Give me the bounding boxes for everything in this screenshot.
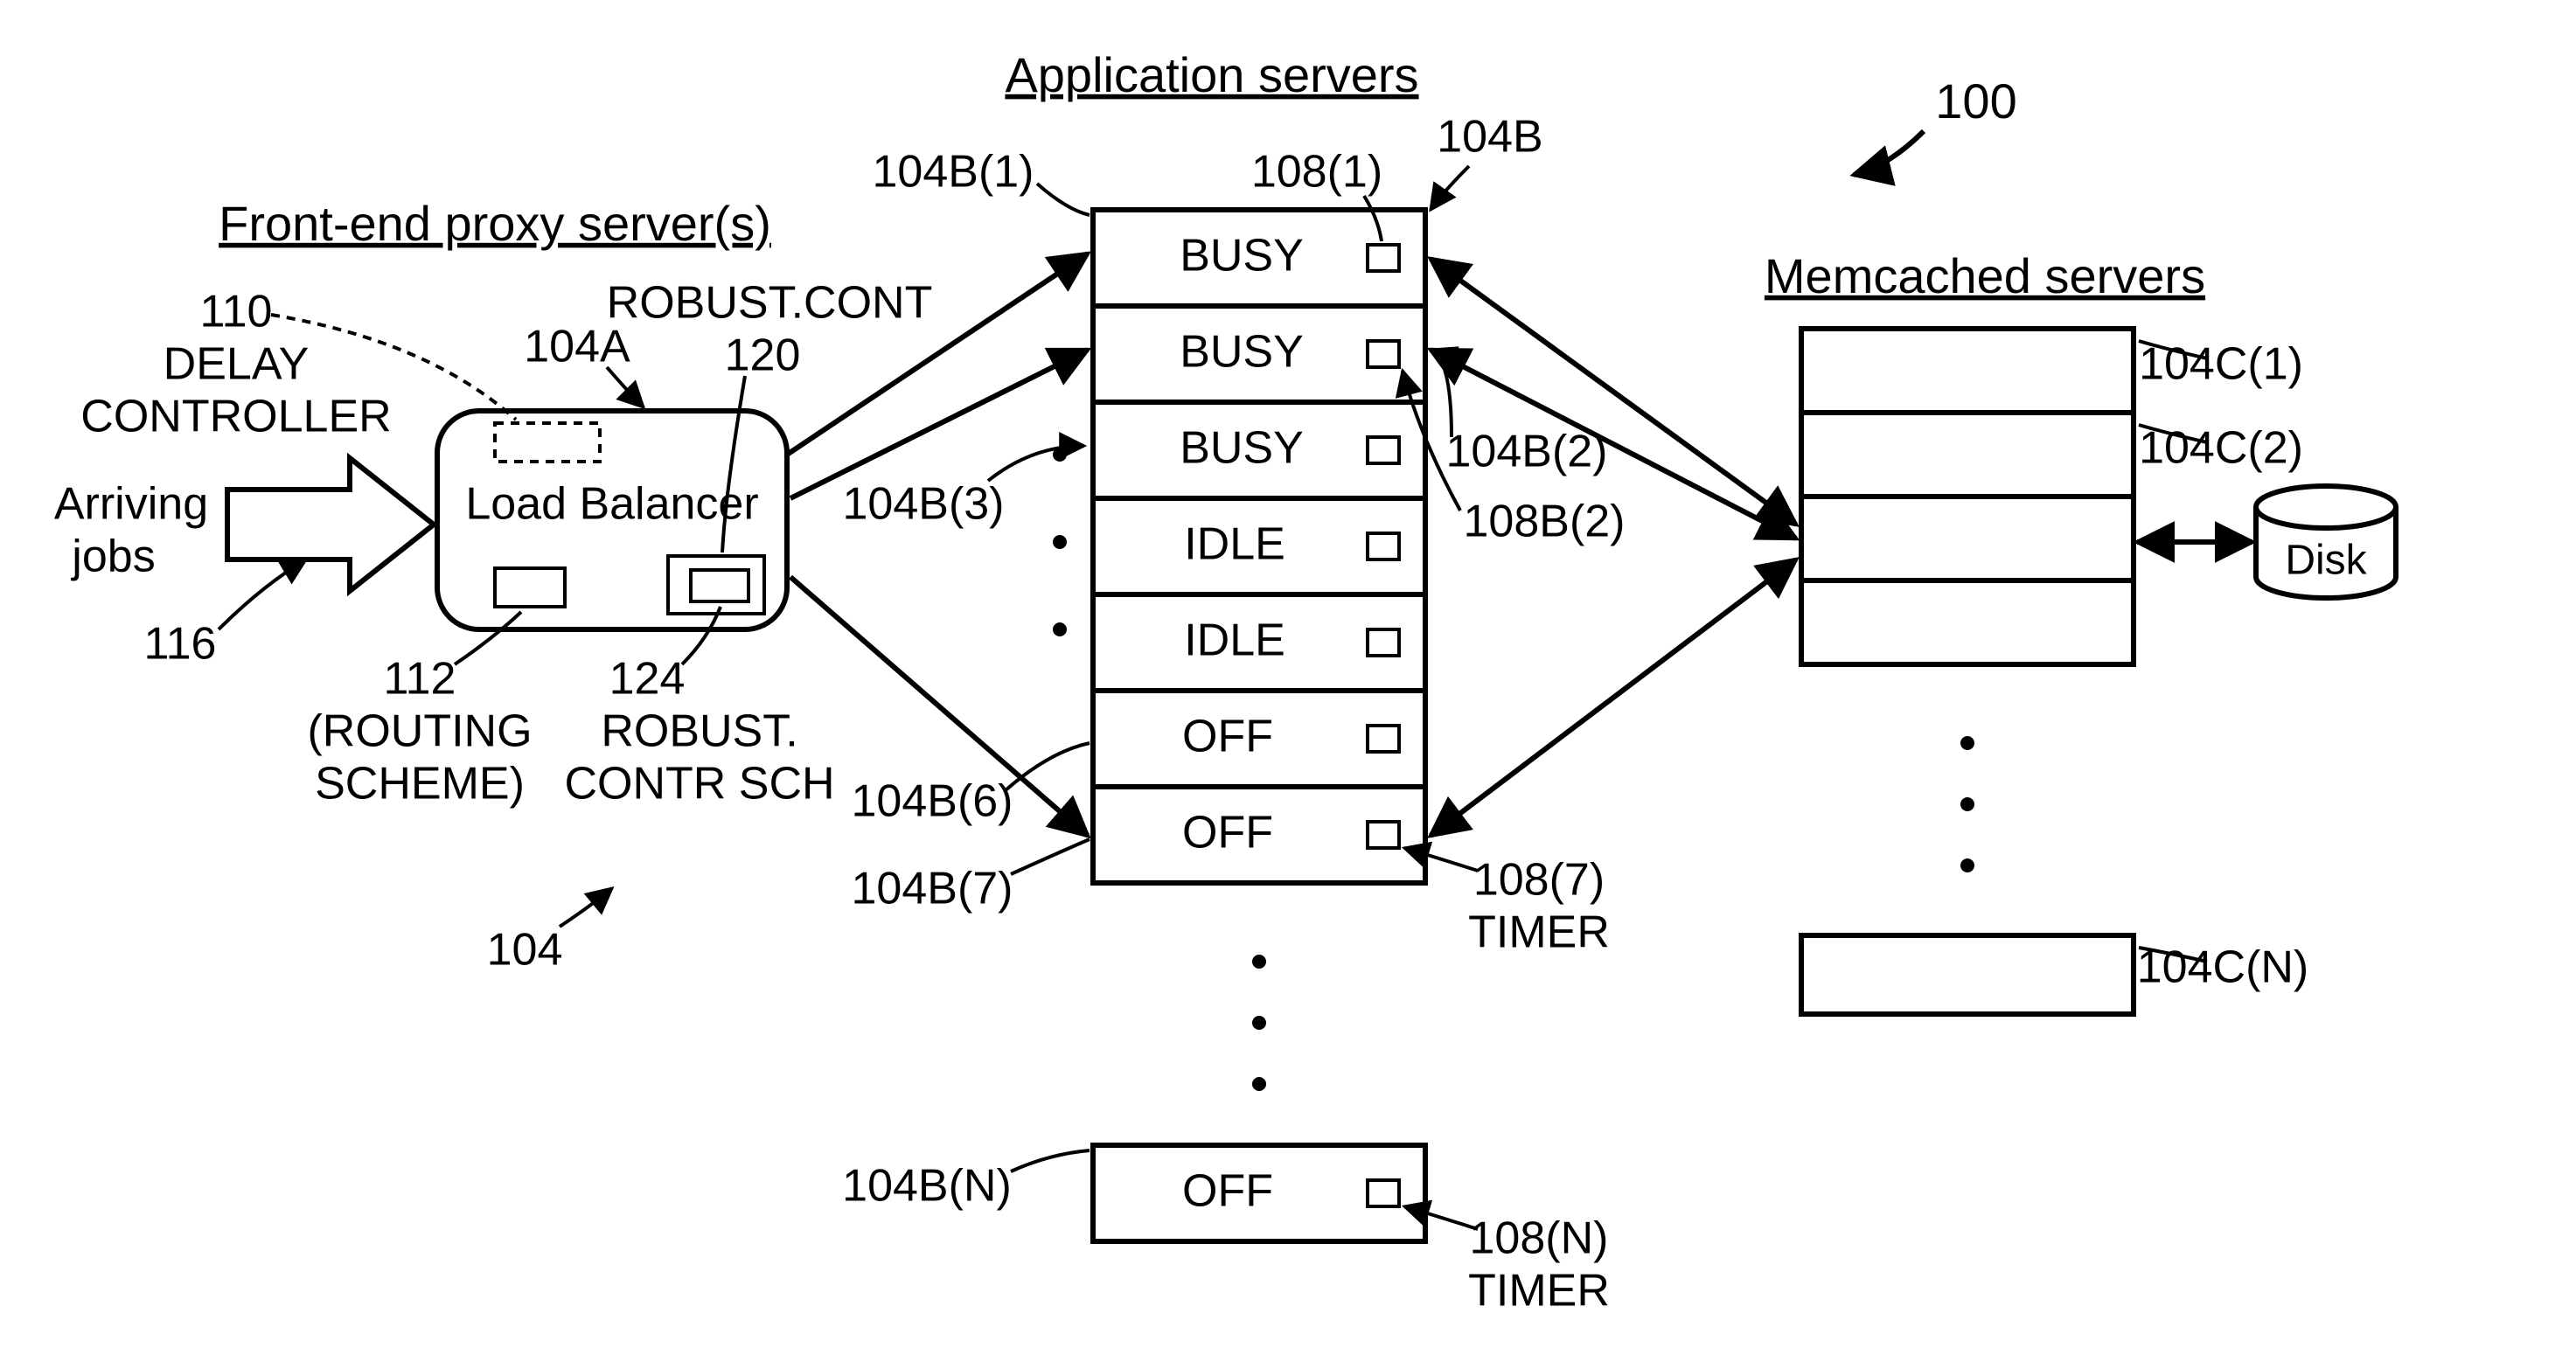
label-110-delay: DELAY [164,339,310,390]
timer-box-7 [1368,822,1399,848]
label-104b-7: 104B(7) [852,864,1013,914]
label-110-num: 110 [200,287,273,337]
load-balancer-text: Load Balancer [465,479,758,530]
label-104a: 104A [524,322,630,372]
app-server-state-2: BUSY [1180,327,1304,378]
ellipsis-left-of-stack [1053,448,1067,636]
label-108-7-timer: TIMER [1468,907,1610,958]
label-124: 124 ROBUST. CONTR SCH [564,607,834,810]
label-104b: 104B [1437,112,1542,163]
ellipsis-below-stack [1252,955,1266,1091]
refnum-100: 100 [1854,73,2017,175]
app-server-state-7: OFF [1182,808,1273,858]
timer-box-1 [1368,245,1399,271]
app-server-state-5: IDLE [1184,615,1285,666]
label-108b-2: 108B(2) [1464,497,1626,547]
label-120: 120 [725,330,801,381]
label-104b-n: 104B(N) [842,1161,1012,1212]
label-104b-3: 104B(3) [843,479,1005,530]
label-108-7-num: 108(7) [1473,855,1605,906]
label-108-7: 108(7) TIMER [1404,848,1610,958]
heading-front-end-proxy: Front-end proxy server(s) [219,196,771,251]
label-124-line2: CONTR SCH [564,759,834,810]
timer-box-3 [1368,437,1399,463]
label-104b-6: 104B(6) [852,776,1013,827]
label-robust-cont: ROBUST.CONT [607,278,933,329]
label-104b-1: 104B(1) [873,147,1034,198]
app-server-stack: BUSY BUSY BUSY IDLE IDLE OFF OFF [1093,210,1425,883]
label-104c-n: 104C(N) [2137,942,2309,993]
app-to-memcached-arrows [1431,259,1796,836]
delay-controller-box [495,423,600,462]
heading-application-servers: Application servers [1005,47,1418,102]
label-116: 116 [144,619,217,670]
memcached-stack [1801,329,2134,664]
app-server-state-1: BUSY [1180,231,1304,281]
arriving-line1: Arriving [54,479,208,530]
label-124-num: 124 [609,654,686,705]
timer-box-n [1368,1180,1399,1206]
app-server-state-6: OFF [1182,712,1273,762]
timer-box-2 [1368,341,1399,367]
robust-contr-sch-box [691,570,748,601]
timer-box-6 [1368,726,1399,752]
app-server-state-n: OFF [1182,1166,1273,1217]
heading-memcached-servers: Memcached servers [1765,248,2205,303]
disk-label: Disk [2285,538,2367,584]
lb-to-app-arrows [787,254,1088,836]
label-108-1: 108(1) [1251,147,1382,198]
arriving-jobs-arrow: Arriving jobs [54,458,434,591]
label-108-n-num: 108(N) [1470,1213,1609,1264]
app-server-state-4: IDLE [1184,519,1285,570]
refnum-100-text: 100 [1935,73,2016,129]
label-124-line1: ROBUST. [601,706,797,757]
label-110-controller: CONTROLLER [80,392,391,442]
app-server-state-3: BUSY [1180,423,1304,474]
arriving-line2: jobs [70,532,155,582]
timer-box-5 [1368,629,1399,656]
label-112-num: 112 [384,654,456,705]
memcached-n [1801,935,2134,1014]
label-104: 104 [487,925,563,976]
label-112: 112 (ROUTING SCHEME) [307,612,532,810]
diagram-svg: 100 Application servers Front-end proxy … [0,0,2576,1369]
label-104b-2: 104B(2) [1446,427,1608,477]
app-server-n: OFF [1093,1145,1425,1241]
disk-cylinder: Disk [2256,486,2396,598]
label-108-n: 108(N) TIMER [1404,1206,1610,1317]
ellipsis-below-memcached [1960,736,1974,872]
label-112-line2: SCHEME) [315,759,525,810]
timer-box-4 [1368,533,1399,559]
block-arrow-icon [227,458,434,591]
label-108-n-timer: TIMER [1468,1266,1610,1317]
routing-scheme-box [495,568,565,607]
label-112-line1: (ROUTING [307,706,532,757]
